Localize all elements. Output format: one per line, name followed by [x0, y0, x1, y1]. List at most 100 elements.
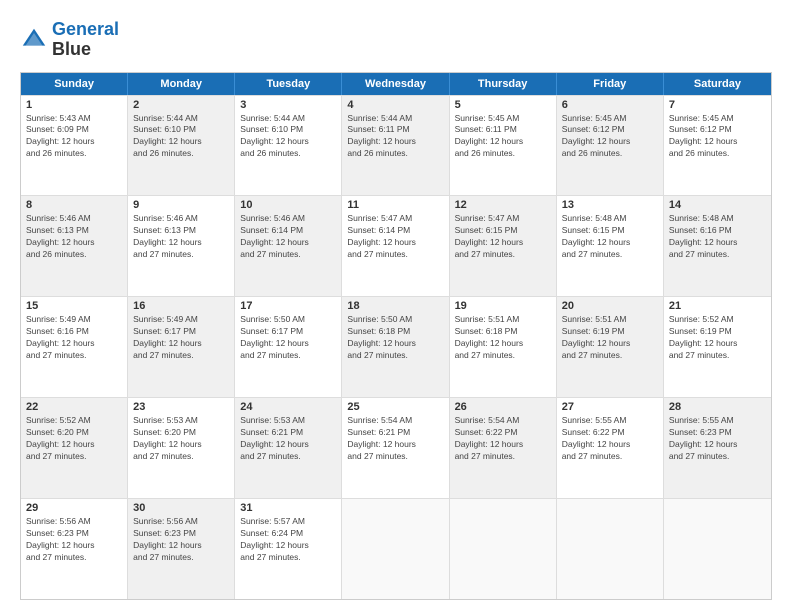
header-day-sunday: Sunday: [21, 73, 128, 95]
day-info: Sunrise: 5:56 AM Sunset: 6:23 PM Dayligh…: [133, 516, 229, 564]
day-number: 10: [240, 199, 336, 211]
calendar-week-0: 1 Sunrise: 5:43 AM Sunset: 6:09 PM Daylig…: [21, 95, 771, 196]
calendar-cell: 3 Sunrise: 5:44 AM Sunset: 6:10 PM Daylig…: [235, 96, 342, 196]
calendar-cell: 20Sunrise: 5:51 AM Sunset: 6:19 PM Dayli…: [557, 297, 664, 397]
day-info: Sunrise: 5:53 AM Sunset: 6:20 PM Dayligh…: [133, 415, 229, 463]
calendar-cell: 12 Sunrise: 5:47 AM Sunset: 6:15 PM Dayli…: [450, 196, 557, 296]
calendar-cell: 6 Sunrise: 5:45 AM Sunset: 6:12 PM Daylig…: [557, 96, 664, 196]
day-info: Sunrise: 5:44 AM Sunset: 6:11 PM Dayligh…: [347, 113, 443, 161]
day-info: Sunrise: 5:48 AM Sunset: 6:16 PM Dayligh…: [669, 213, 766, 261]
day-info: Sunrise: 5:50 AM Sunset: 6:18 PM Dayligh…: [347, 314, 443, 362]
header-day-monday: Monday: [128, 73, 235, 95]
calendar-cell: [342, 499, 449, 599]
day-number: 20: [562, 300, 658, 312]
day-number: 26: [455, 401, 551, 413]
day-number: 1: [26, 99, 122, 111]
calendar-cell: 25 Sunrise: 5:54 AM Sunset: 6:21 PM Dayli…: [342, 398, 449, 498]
calendar-cell: 27Sunrise: 5:55 AM Sunset: 6:22 PM Dayli…: [557, 398, 664, 498]
day-number: 2: [133, 99, 229, 111]
calendar-cell: 7 Sunrise: 5:45 AM Sunset: 6:12 PM Daylig…: [664, 96, 771, 196]
calendar-cell: 8 Sunrise: 5:46 AM Sunset: 6:13 PM Daylig…: [21, 196, 128, 296]
day-number: 25: [347, 401, 443, 413]
calendar-cell: 23 Sunrise: 5:53 AM Sunset: 6:20 PM Dayli…: [128, 398, 235, 498]
calendar-cell: 16Sunrise: 5:49 AM Sunset: 6:17 PM Dayli…: [128, 297, 235, 397]
calendar-cell: 18 Sunrise: 5:50 AM Sunset: 6:18 PM Dayli…: [342, 297, 449, 397]
calendar-cell: 2 Sunrise: 5:44 AM Sunset: 6:10 PM Daylig…: [128, 96, 235, 196]
calendar-cell: 21 Sunrise: 5:52 AM Sunset: 6:19 PM Dayli…: [664, 297, 771, 397]
day-number: 7: [669, 99, 766, 111]
day-number: 23: [133, 401, 229, 413]
day-number: 6: [562, 99, 658, 111]
day-info: Sunrise: 5:45 AM Sunset: 6:12 PM Dayligh…: [562, 113, 658, 161]
day-number: 29: [26, 502, 122, 514]
calendar-cell: 28Sunrise: 5:55 AM Sunset: 6:23 PM Dayli…: [664, 398, 771, 498]
day-info: Sunrise: 5:50 AM Sunset: 6:17 PM Dayligh…: [240, 314, 336, 362]
day-info: Sunrise: 5:49 AM Sunset: 6:16 PM Dayligh…: [26, 314, 122, 362]
calendar-cell: 11Sunrise: 5:47 AM Sunset: 6:14 PM Dayli…: [342, 196, 449, 296]
calendar-cell: 4 Sunrise: 5:44 AM Sunset: 6:11 PM Daylig…: [342, 96, 449, 196]
header-day-thursday: Thursday: [450, 73, 557, 95]
day-number: 18: [347, 300, 443, 312]
logo-icon: [20, 26, 48, 54]
calendar-cell: 14 Sunrise: 5:48 AM Sunset: 6:16 PM Dayli…: [664, 196, 771, 296]
day-info: Sunrise: 5:47 AM Sunset: 6:14 PM Dayligh…: [347, 213, 443, 261]
day-number: 12: [455, 199, 551, 211]
day-number: 3: [240, 99, 336, 111]
day-number: 21: [669, 300, 766, 312]
day-info: Sunrise: 5:46 AM Sunset: 6:13 PM Dayligh…: [26, 213, 122, 261]
day-info: Sunrise: 5:52 AM Sunset: 6:19 PM Dayligh…: [669, 314, 766, 362]
day-number: 14: [669, 199, 766, 211]
calendar-week-3: 22Sunrise: 5:52 AM Sunset: 6:20 PM Dayli…: [21, 397, 771, 498]
calendar-cell: 13Sunrise: 5:48 AM Sunset: 6:15 PM Dayli…: [557, 196, 664, 296]
day-info: Sunrise: 5:46 AM Sunset: 6:14 PM Dayligh…: [240, 213, 336, 261]
calendar-week-1: 8 Sunrise: 5:46 AM Sunset: 6:13 PM Daylig…: [21, 195, 771, 296]
day-info: Sunrise: 5:57 AM Sunset: 6:24 PM Dayligh…: [240, 516, 336, 564]
calendar-cell: 26Sunrise: 5:54 AM Sunset: 6:22 PM Dayli…: [450, 398, 557, 498]
calendar-cell: 30 Sunrise: 5:56 AM Sunset: 6:23 PM Dayli…: [128, 499, 235, 599]
day-info: Sunrise: 5:51 AM Sunset: 6:18 PM Dayligh…: [455, 314, 551, 362]
header: General Blue: [20, 16, 772, 60]
calendar-cell: [557, 499, 664, 599]
logo-text: General Blue: [52, 20, 119, 60]
calendar-cell: 15Sunrise: 5:49 AM Sunset: 6:16 PM Dayli…: [21, 297, 128, 397]
calendar-cell: 5Sunrise: 5:45 AM Sunset: 6:11 PM Daylig…: [450, 96, 557, 196]
day-info: Sunrise: 5:54 AM Sunset: 6:21 PM Dayligh…: [347, 415, 443, 463]
calendar-cell: 24Sunrise: 5:53 AM Sunset: 6:21 PM Dayli…: [235, 398, 342, 498]
day-number: 31: [240, 502, 336, 514]
day-info: Sunrise: 5:49 AM Sunset: 6:17 PM Dayligh…: [133, 314, 229, 362]
day-info: Sunrise: 5:45 AM Sunset: 6:12 PM Dayligh…: [669, 113, 766, 161]
day-number: 27: [562, 401, 658, 413]
calendar: SundayMondayTuesdayWednesdayThursdayFrid…: [20, 72, 772, 600]
header-day-saturday: Saturday: [664, 73, 771, 95]
calendar-week-4: 29 Sunrise: 5:56 AM Sunset: 6:23 PM Dayli…: [21, 498, 771, 599]
day-info: Sunrise: 5:43 AM Sunset: 6:09 PM Dayligh…: [26, 113, 122, 161]
calendar-body: 1 Sunrise: 5:43 AM Sunset: 6:09 PM Daylig…: [21, 95, 771, 599]
day-number: 5: [455, 99, 551, 111]
day-number: 17: [240, 300, 336, 312]
calendar-cell: 9 Sunrise: 5:46 AM Sunset: 6:13 PM Daylig…: [128, 196, 235, 296]
header-day-friday: Friday: [557, 73, 664, 95]
day-number: 9: [133, 199, 229, 211]
day-number: 13: [562, 199, 658, 211]
calendar-cell: 29 Sunrise: 5:56 AM Sunset: 6:23 PM Dayli…: [21, 499, 128, 599]
logo: General Blue: [20, 20, 119, 60]
day-info: Sunrise: 5:52 AM Sunset: 6:20 PM Dayligh…: [26, 415, 122, 463]
calendar-week-2: 15Sunrise: 5:49 AM Sunset: 6:16 PM Dayli…: [21, 296, 771, 397]
day-info: Sunrise: 5:46 AM Sunset: 6:13 PM Dayligh…: [133, 213, 229, 261]
header-day-wednesday: Wednesday: [342, 73, 449, 95]
calendar-cell: 19Sunrise: 5:51 AM Sunset: 6:18 PM Dayli…: [450, 297, 557, 397]
calendar-cell: 17 Sunrise: 5:50 AM Sunset: 6:17 PM Dayli…: [235, 297, 342, 397]
day-number: 8: [26, 199, 122, 211]
page: General Blue SundayMondayTuesdayWednesda…: [0, 0, 792, 612]
day-info: Sunrise: 5:56 AM Sunset: 6:23 PM Dayligh…: [26, 516, 122, 564]
day-info: Sunrise: 5:44 AM Sunset: 6:10 PM Dayligh…: [133, 113, 229, 161]
day-info: Sunrise: 5:55 AM Sunset: 6:23 PM Dayligh…: [669, 415, 766, 463]
calendar-cell: 31 Sunrise: 5:57 AM Sunset: 6:24 PM Dayli…: [235, 499, 342, 599]
calendar-cell: [664, 499, 771, 599]
day-info: Sunrise: 5:44 AM Sunset: 6:10 PM Dayligh…: [240, 113, 336, 161]
day-info: Sunrise: 5:47 AM Sunset: 6:15 PM Dayligh…: [455, 213, 551, 261]
calendar-cell: [450, 499, 557, 599]
day-number: 4: [347, 99, 443, 111]
day-info: Sunrise: 5:53 AM Sunset: 6:21 PM Dayligh…: [240, 415, 336, 463]
day-number: 30: [133, 502, 229, 514]
